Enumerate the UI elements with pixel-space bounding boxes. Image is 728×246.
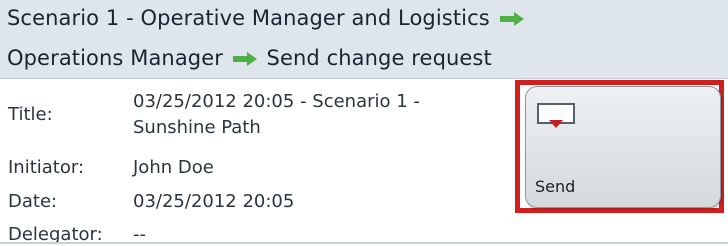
bottom-divider bbox=[0, 242, 728, 244]
date-value: 03/25/2012 20:05 bbox=[133, 191, 295, 212]
send-button[interactable]: Send bbox=[525, 86, 721, 208]
date-label: Date: bbox=[8, 191, 58, 212]
right-arrow-icon bbox=[499, 12, 524, 26]
inbox-send-icon bbox=[537, 103, 575, 128]
breadcrumb-header: Scenario 1 - Operative Manager and Logis… bbox=[0, 0, 728, 79]
send-button-label: Send bbox=[535, 177, 576, 196]
breadcrumb-scenario: Scenario 1 - Operative Manager and Logis… bbox=[7, 6, 490, 30]
breadcrumb-line-1: Scenario 1 - Operative Manager and Logis… bbox=[7, 6, 527, 30]
right-arrow-icon bbox=[232, 52, 257, 66]
breadcrumb-step-send-change-request: Send change request bbox=[266, 46, 492, 70]
initiator-label: Initiator: bbox=[8, 157, 85, 178]
title-value: 03/25/2012 20:05 - Scenario 1 - Sunshine… bbox=[133, 91, 420, 138]
initiator-value: John Doe bbox=[133, 157, 214, 178]
title-label: Title: bbox=[8, 104, 53, 125]
breadcrumb-line-2: Operations Manager Send change request bbox=[7, 46, 492, 70]
breadcrumb-step-operations-manager: Operations Manager bbox=[7, 46, 223, 70]
